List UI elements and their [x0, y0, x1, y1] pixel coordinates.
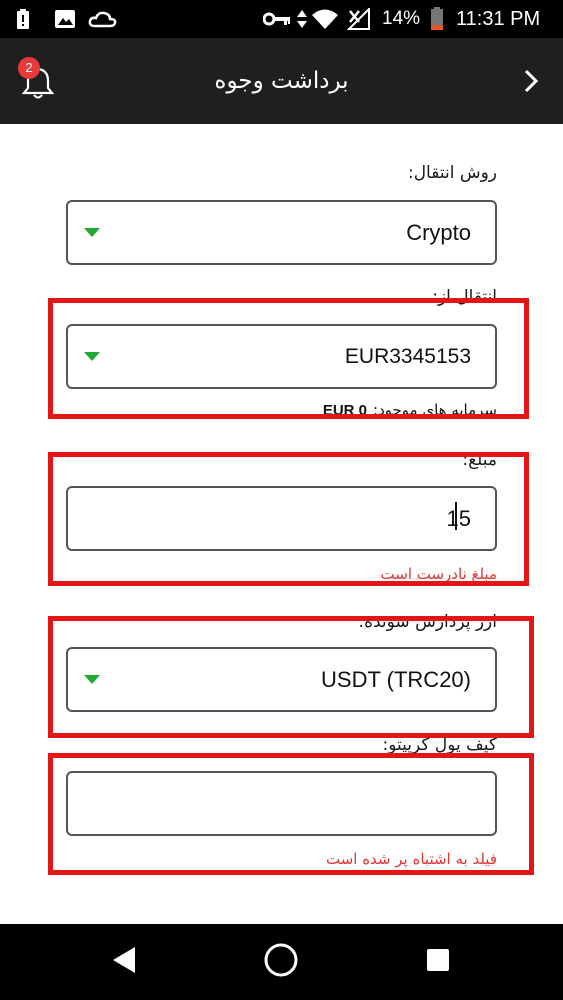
crypto-wallet-error: فیلد به اشتباه پر شده است [325, 850, 497, 868]
status-bar: 14% 11:31 PM [0, 0, 563, 38]
vpn-key-icon [263, 0, 291, 38]
available-balance: سرمایه های موجود: EUR 0 [323, 401, 497, 419]
system-nav-bar [0, 924, 563, 1000]
page-title: برداشت وجوه [214, 68, 349, 94]
nav-back-button[interactable] [84, 924, 164, 1000]
dropdown-caret-icon [84, 228, 100, 237]
signal-icon [347, 0, 371, 38]
balance-value: EUR 0 [322, 402, 368, 419]
balance-label: سرمایه های موجود: [373, 401, 497, 419]
battery-icon [430, 0, 444, 38]
transfer-from-value: EUR3345153 [344, 345, 471, 368]
back-triangle-icon [110, 945, 138, 979]
battery-percent: 14% [382, 8, 421, 29]
amount-label: مبلغ: [462, 450, 497, 470]
transfer-method-select[interactable]: Crypto [66, 200, 497, 265]
nav-recents-button[interactable] [398, 924, 478, 1000]
back-button[interactable] [517, 67, 545, 95]
processing-currency-value: USDT (TRC20) [321, 667, 471, 692]
image-icon [54, 0, 76, 38]
processing-currency-label: ارز پردازش شونده: [358, 612, 497, 632]
transfer-from-label: انتقال از: [432, 287, 497, 307]
crypto-wallet-label: کیف پول کریپتو: [382, 735, 497, 755]
chevron-right-icon [517, 69, 545, 99]
transfer-from-select[interactable]: EUR3345153 [66, 324, 497, 389]
bell-icon [20, 67, 56, 104]
cloud-icon [88, 0, 118, 38]
recents-square-icon [426, 948, 450, 976]
alert-icon [16, 0, 30, 38]
notification-badge: 2 [18, 57, 40, 79]
home-circle-icon [263, 942, 299, 982]
amount-input[interactable]: 15 [66, 486, 497, 551]
dropdown-caret-icon [84, 352, 100, 361]
amount-error: مبلغ نادرست است [380, 565, 497, 583]
transfer-method-label: روش انتقال: [407, 163, 497, 183]
transfer-method-value: Crypto [406, 220, 471, 245]
app-bar: برداشت وجوه 2 [0, 38, 563, 124]
clock: 11:31 PM [456, 7, 541, 30]
nav-home-button[interactable] [241, 924, 321, 1000]
text-cursor [455, 502, 457, 530]
wifi-icon [311, 0, 339, 38]
data-arrows-icon [296, 0, 308, 38]
dropdown-caret-icon [84, 675, 100, 684]
amount-value: 15 [446, 506, 471, 531]
processing-currency-select[interactable]: USDT (TRC20) [66, 647, 497, 712]
crypto-wallet-input[interactable] [66, 771, 497, 836]
